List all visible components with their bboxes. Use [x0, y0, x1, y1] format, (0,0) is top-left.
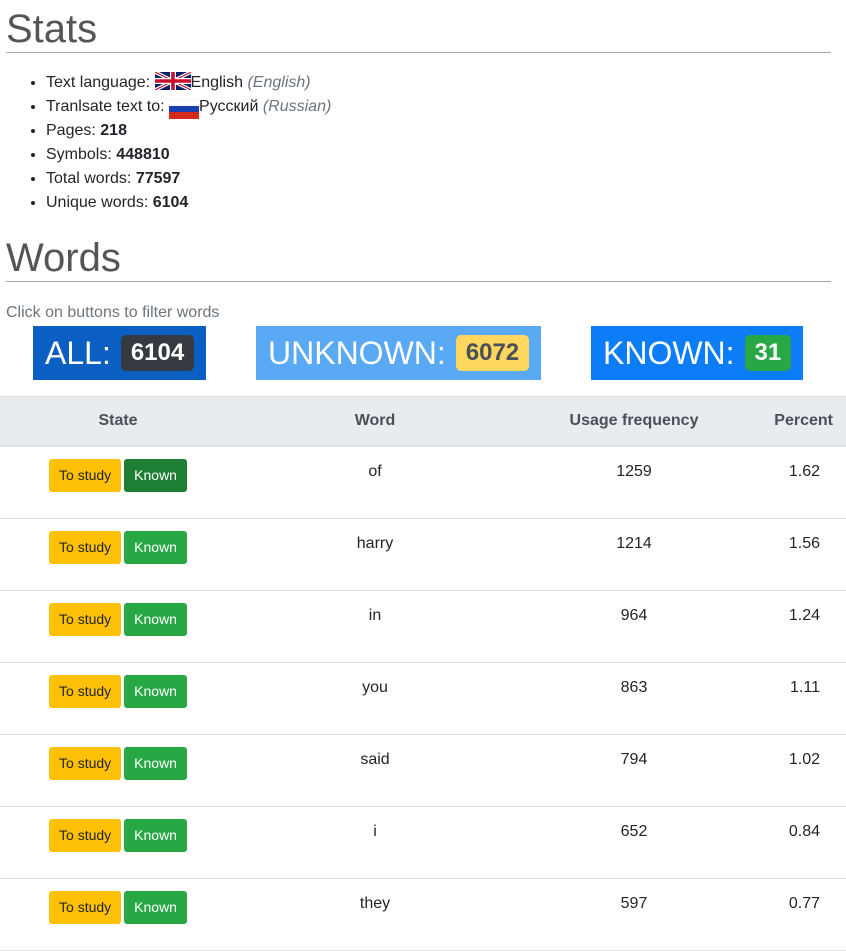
filter-hint: Click on buttons to filter words	[6, 304, 220, 321]
percent-cell: 0.84	[754, 806, 846, 879]
column-header-percent[interactable]: Percent	[754, 396, 846, 447]
stats-heading: Stats	[6, 7, 98, 51]
filter-known-button[interactable]: KNOWN: 31	[591, 326, 803, 380]
frequency-cell: 1259	[514, 446, 754, 519]
filter-count-badge: 6104	[120, 335, 195, 371]
word-cell: in	[236, 590, 514, 663]
state-cell: To study Known	[0, 734, 236, 807]
state-cell: To study Known	[0, 662, 236, 735]
frequency-cell: 597	[514, 878, 754, 951]
known-button[interactable]: Known	[124, 891, 187, 924]
filter-label: ALL:	[45, 334, 111, 371]
word-cell: said	[236, 734, 514, 807]
known-button[interactable]: Known	[124, 675, 187, 708]
known-button[interactable]: Known	[124, 603, 187, 636]
percent-cell: 0.77	[754, 878, 846, 951]
stat-label: Symbols:	[46, 146, 117, 163]
stat-note: (English)	[247, 74, 311, 91]
to-study-button[interactable]: To study	[49, 747, 122, 780]
percent-cell: 1.24	[754, 590, 846, 663]
russia-flag-icon	[169, 99, 200, 119]
known-button[interactable]: Known	[124, 819, 187, 852]
table-header-row: State Word Usage frequency Percent	[0, 396, 846, 447]
column-header-word[interactable]: Word	[236, 396, 514, 447]
table-row: To study Known harry 1214 1.56	[0, 518, 846, 591]
state-cell: To study Known	[0, 590, 236, 663]
known-button[interactable]: Known	[124, 531, 187, 564]
stat-label: Text language:	[46, 74, 155, 91]
stat-value: 448810	[116, 146, 170, 163]
stat-value: 6104	[152, 194, 189, 211]
to-study-button[interactable]: To study	[49, 819, 122, 852]
stats-divider	[6, 52, 831, 53]
filter-count-badge: 31	[744, 335, 792, 371]
words-heading: Words	[6, 236, 121, 280]
state-cell: To study Known	[0, 446, 236, 519]
frequency-cell: 652	[514, 806, 754, 879]
words-divider	[6, 281, 831, 282]
stat-label: Pages:	[46, 122, 101, 139]
frequency-cell: 1214	[514, 518, 754, 591]
filter-all-button[interactable]: ALL: 6104	[33, 326, 206, 380]
frequency-cell: 863	[514, 662, 754, 735]
word-cell: you	[236, 662, 514, 735]
table-row: To study Known i 652 0.84	[0, 806, 846, 879]
state-cell: To study Known	[0, 518, 236, 591]
stat-label: Unique words:	[46, 194, 153, 211]
stat-total-words: Total words: 77597	[46, 167, 331, 191]
to-study-button[interactable]: To study	[49, 675, 122, 708]
stat-value: English	[190, 74, 244, 91]
stat-pages: Pages: 218	[46, 119, 331, 143]
stat-value: 218	[100, 122, 127, 139]
column-header-usage-frequency[interactable]: Usage frequency	[514, 396, 754, 447]
percent-cell: 1.56	[754, 518, 846, 591]
frequency-cell: 964	[514, 590, 754, 663]
stat-value: Русский	[199, 98, 259, 116]
table-row: To study Known you 863 1.11	[0, 662, 846, 735]
table-row: To study Known of 1259 1.62	[0, 446, 846, 519]
percent-cell: 1.02	[754, 734, 846, 807]
stat-label: Total words:	[46, 170, 136, 187]
word-cell: i	[236, 806, 514, 879]
word-cell: of	[236, 446, 514, 519]
stat-unique-words: Unique words: 6104	[46, 191, 331, 215]
filter-count-badge: 6072	[455, 335, 530, 371]
known-button[interactable]: Known	[124, 459, 187, 492]
stats-list: Text language: English (English) Tranlsa…	[24, 71, 331, 215]
to-study-button[interactable]: To study	[49, 891, 122, 924]
percent-cell: 1.11	[754, 662, 846, 735]
frequency-cell: 794	[514, 734, 754, 807]
filter-label: UNKNOWN:	[268, 334, 446, 371]
word-cell: they	[236, 878, 514, 951]
state-cell: To study Known	[0, 878, 236, 951]
filter-unknown-button[interactable]: UNKNOWN: 6072	[256, 326, 541, 380]
table-row: To study Known said 794 1.02	[0, 734, 846, 807]
percent-cell: 1.62	[754, 446, 846, 519]
stat-text-language: Text language: English (English)	[46, 71, 331, 95]
to-study-button[interactable]: To study	[49, 603, 122, 636]
uk-flag-icon	[154, 72, 191, 91]
stat-label: Tranlsate text to:	[46, 98, 170, 116]
state-cell: To study Known	[0, 806, 236, 879]
words-table: State Word Usage frequency Percent To st…	[0, 396, 846, 951]
table-row: To study Known they 597 0.77	[0, 878, 846, 951]
stat-translate-language: Tranlsate text to: Русский (Russian)	[46, 95, 331, 119]
stat-value: 77597	[135, 170, 181, 187]
word-cell: harry	[236, 518, 514, 591]
column-header-state[interactable]: State	[0, 396, 236, 447]
table-row: To study Known in 964 1.24	[0, 590, 846, 663]
known-button[interactable]: Known	[124, 747, 187, 780]
to-study-button[interactable]: To study	[49, 531, 122, 564]
to-study-button[interactable]: To study	[49, 459, 122, 492]
filter-label: KNOWN:	[603, 334, 735, 371]
stat-note: (Russian)	[262, 98, 332, 116]
stat-symbols: Symbols: 448810	[46, 143, 331, 167]
